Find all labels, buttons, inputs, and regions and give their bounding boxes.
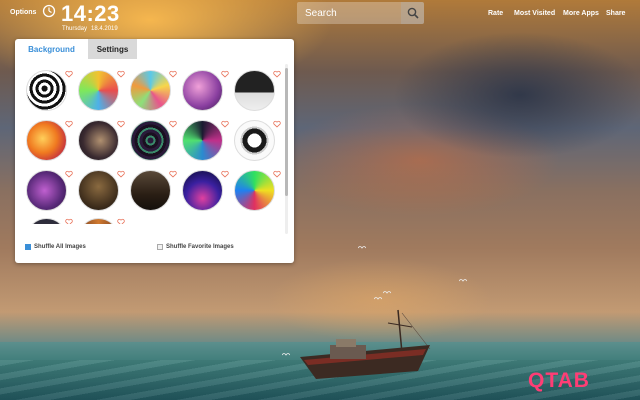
thumbnail[interactable] — [130, 170, 171, 211]
heart-icon[interactable] — [117, 70, 125, 78]
heart-icon[interactable] — [117, 218, 125, 224]
heart-icon[interactable] — [221, 170, 229, 178]
heart-icon[interactable] — [169, 120, 177, 128]
tab-background[interactable]: Background — [15, 39, 88, 59]
thumbnail[interactable] — [234, 120, 275, 161]
bird-icon — [383, 291, 391, 294]
thumbnail[interactable] — [130, 120, 171, 161]
nav-more-apps[interactable]: More Apps — [563, 10, 599, 17]
bird-icon — [282, 353, 290, 356]
thumbnail[interactable] — [182, 120, 223, 161]
heart-icon[interactable] — [65, 120, 73, 128]
tab-settings[interactable]: Settings — [88, 39, 137, 59]
scrollbar-thumb[interactable] — [285, 68, 288, 196]
bird-icon — [374, 297, 382, 300]
clock-time: 14:23 — [61, 1, 120, 26]
date-label: 18.4.2019 — [91, 26, 118, 32]
thumbnail-scrollbar[interactable] — [285, 64, 288, 234]
heart-icon[interactable] — [221, 120, 229, 128]
search-bar — [297, 2, 424, 24]
search-button[interactable] — [401, 2, 424, 24]
thumbnail[interactable] — [78, 120, 119, 161]
shuffle-favorite-option[interactable]: Shuffle Favorite Images — [157, 244, 234, 250]
nav-rate[interactable]: Rate — [488, 10, 503, 17]
nav-most-visited[interactable]: Most Visited — [514, 10, 555, 17]
thumbnail[interactable] — [78, 218, 119, 224]
search-icon — [407, 7, 419, 19]
heart-icon[interactable] — [221, 70, 229, 78]
options-button[interactable]: Options — [10, 9, 36, 16]
heart-icon[interactable] — [273, 70, 281, 78]
bird-icon — [358, 246, 366, 249]
heart-icon[interactable] — [65, 170, 73, 178]
nav-share[interactable]: Share — [606, 10, 625, 17]
thumbnail[interactable] — [234, 70, 275, 111]
clock-date: Thursday 18.4.2019 — [62, 26, 118, 32]
background-panel: Background Settings Shuffle All Images S… — [15, 39, 294, 263]
shuffle-all-checkbox[interactable] — [25, 244, 31, 250]
shuffle-favorite-label: Shuffle Favorite Images — [166, 244, 234, 250]
thumbnail[interactable] — [78, 70, 119, 111]
panel-tabs: Background Settings — [15, 39, 294, 59]
thumbnail[interactable] — [234, 170, 275, 211]
thumbnail[interactable] — [130, 70, 171, 111]
shuffle-all-label: Shuffle All Images — [34, 244, 86, 250]
heart-icon[interactable] — [169, 170, 177, 178]
clock-icon[interactable] — [42, 4, 56, 18]
thumbnail-grid — [24, 70, 284, 224]
shuffle-all-option[interactable]: Shuffle All Images — [25, 244, 86, 250]
weekday-label: Thursday — [62, 26, 88, 32]
thumbnail[interactable] — [26, 218, 67, 224]
bird-icon — [459, 279, 467, 282]
heart-icon[interactable] — [117, 120, 125, 128]
qtab-logo: QTAB — [528, 369, 590, 392]
thumbnail[interactable] — [26, 120, 67, 161]
heart-icon[interactable] — [273, 120, 281, 128]
ship-illustration — [300, 309, 431, 379]
thumbnail[interactable] — [182, 170, 223, 211]
thumbnail[interactable] — [78, 170, 119, 211]
shuffle-favorite-checkbox[interactable] — [157, 244, 163, 250]
heart-icon[interactable] — [117, 170, 125, 178]
heart-icon[interactable] — [65, 218, 73, 224]
top-bar: Options 14:23 Thursday18.4.2019 Rate Mos… — [0, 0, 640, 34]
search-input[interactable] — [297, 2, 401, 24]
heart-icon[interactable] — [169, 70, 177, 78]
heart-icon[interactable] — [273, 170, 281, 178]
heart-icon[interactable] — [65, 70, 73, 78]
thumbnail[interactable] — [182, 70, 223, 111]
thumbnail[interactable] — [26, 70, 67, 111]
thumbnail[interactable] — [26, 170, 67, 211]
